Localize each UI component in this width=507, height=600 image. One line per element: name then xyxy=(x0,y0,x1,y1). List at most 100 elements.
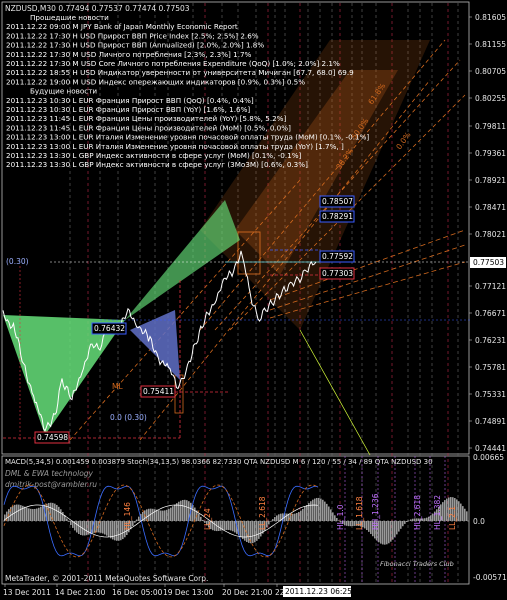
macd-bar xyxy=(162,510,164,521)
macd-bar xyxy=(306,505,308,521)
macd-bar xyxy=(242,521,244,540)
time-axis-label: 13 Dec 2011 xyxy=(3,588,51,597)
macd-bar xyxy=(116,521,118,541)
indicator-header: MACD(5,34,5) 0.001459 0.003879 Stoch(34,… xyxy=(5,458,433,466)
price-axis-label: 0.74441 xyxy=(475,444,506,453)
macd-bar xyxy=(34,508,36,521)
future-news-item: 2011.12.23 11:45 L EUR Франция Цены прои… xyxy=(6,114,287,123)
macd-bar xyxy=(66,518,68,521)
macd-bar xyxy=(424,518,426,521)
macd-bar xyxy=(192,504,194,521)
past-news-item: 2011.12.22 09:00 M JPY Bank of Japan Mon… xyxy=(6,22,238,31)
macd-bar xyxy=(404,521,406,524)
macd-bar xyxy=(110,521,112,539)
indicator-level-label: LL_24 xyxy=(203,508,212,530)
macd-bar xyxy=(172,506,174,521)
macd-bar xyxy=(194,507,196,521)
macd-bar xyxy=(286,513,288,521)
macd-bar xyxy=(252,521,254,544)
past-news-item: 2011.12.22 19:00 M USD Индекс опережающи… xyxy=(6,77,305,86)
price-axis-label: 0.78921 xyxy=(475,176,506,185)
macd-bar xyxy=(166,509,168,521)
cursor-time-text: 2011.12.23 06:25 xyxy=(285,587,352,596)
macd-bar xyxy=(136,519,138,521)
macd-bar xyxy=(80,521,82,535)
macd-bar xyxy=(390,521,392,542)
macd-bar xyxy=(328,506,330,521)
macd-bar xyxy=(174,504,176,521)
macd-bar xyxy=(320,498,322,521)
macd-bar xyxy=(294,513,296,521)
price-axis-label: 0.75331 xyxy=(475,390,506,399)
fib-low-label: 0.0 (0.30) xyxy=(110,413,147,422)
macd-bar xyxy=(234,521,236,533)
macd-bar xyxy=(62,512,64,521)
indicator-level-label: HL_2.618 xyxy=(413,495,422,530)
macd-bar xyxy=(24,506,26,521)
indicator-level-label: LL_2.1 xyxy=(448,506,457,530)
macd-bar xyxy=(276,515,278,521)
macd-bar xyxy=(392,521,394,540)
current-price-text: 0.77503 xyxy=(473,258,504,267)
macd-bar xyxy=(132,521,134,526)
chart-title: NZDUSD,M30 0.77494 0.77537 0.77474 0.775… xyxy=(5,4,190,13)
price-box-left-blue: 0.76432 xyxy=(91,322,127,335)
indicator-level-label: LL_2.618 xyxy=(258,496,267,530)
macd-bar xyxy=(54,503,56,521)
price-box-level-blue-2: 0.78291 xyxy=(319,210,355,223)
macd-bar xyxy=(56,504,58,521)
macd-bar xyxy=(230,521,232,531)
macd-bar xyxy=(68,521,70,522)
macd-bar xyxy=(186,500,188,521)
future-news-item: 2011.12.23 13:30 L GBP Индекс активности… xyxy=(6,151,302,160)
macd-bar xyxy=(138,516,140,521)
macd-bar xyxy=(106,521,108,536)
macd-bar xyxy=(330,509,332,521)
past-news-item: 2011.12.22 18:55 H USD Индикатор уверенн… xyxy=(6,68,354,77)
past-news-item: 2011.12.22 17:30 M USD Core Личного потр… xyxy=(6,59,340,68)
macd-bar xyxy=(86,521,88,536)
macd-bar xyxy=(182,499,184,521)
macd-bar xyxy=(406,521,408,522)
trading-chart[interactable]: 61.8% 50.0% 38.2% 0.0% (0.30) ML 0.0 (0.… xyxy=(0,0,507,600)
macd-bar xyxy=(386,521,388,545)
macd-bar xyxy=(240,521,242,538)
indicator-axis-bottom: -0.00571 xyxy=(473,573,507,582)
macd-bar xyxy=(36,508,38,521)
macd-bar xyxy=(352,521,354,527)
time-axis-label: 19 Dec 13:00 xyxy=(163,588,214,597)
macd-bar xyxy=(350,521,352,527)
indicator-level-label: HH_1.236 xyxy=(371,493,380,530)
price-box-level-blue-3-text: 0.77592 xyxy=(322,252,353,261)
price-box-level-red-text: 0.77303 xyxy=(322,269,353,278)
macd-bar xyxy=(408,520,410,521)
macd-bar xyxy=(316,497,318,521)
macd-bar xyxy=(278,514,280,521)
macd-bar xyxy=(304,507,306,521)
past-news-header: Прошедшие новости xyxy=(30,13,109,22)
macd-bar xyxy=(466,511,468,521)
price-axis-label: 0.78471 xyxy=(475,203,506,212)
price-axis-label: 0.78021 xyxy=(475,230,506,239)
time-axis-label: 16 Dec 05:00 xyxy=(112,588,163,597)
macd-bar xyxy=(178,501,180,521)
macd-bar xyxy=(156,509,158,521)
macd-bar xyxy=(460,503,462,521)
macd-bar xyxy=(312,499,314,521)
macd-bar xyxy=(458,501,460,521)
macd-bar xyxy=(422,518,424,521)
macd-bar xyxy=(396,521,398,535)
past-news-item: 2011.12.22 17:30 H USD Прирост ВВП Price… xyxy=(6,31,259,40)
future-news-item: 2011.12.23 13:00 L EUR Италия Изменение … xyxy=(6,142,344,151)
macd-bar xyxy=(114,521,116,541)
macd-bar xyxy=(300,510,302,521)
macd-bar xyxy=(40,506,42,521)
indicator-axis-zero: 0.0 xyxy=(473,517,485,526)
watermark-technology: DML & EWA technology xyxy=(5,469,94,478)
price-axis-label: 0.76231 xyxy=(475,336,506,345)
price-axis-label: 0.80255 xyxy=(475,94,506,103)
macd-bar xyxy=(382,521,384,545)
macd-bar xyxy=(18,504,20,521)
macd-bar xyxy=(42,505,44,521)
macd-bar xyxy=(326,503,328,521)
